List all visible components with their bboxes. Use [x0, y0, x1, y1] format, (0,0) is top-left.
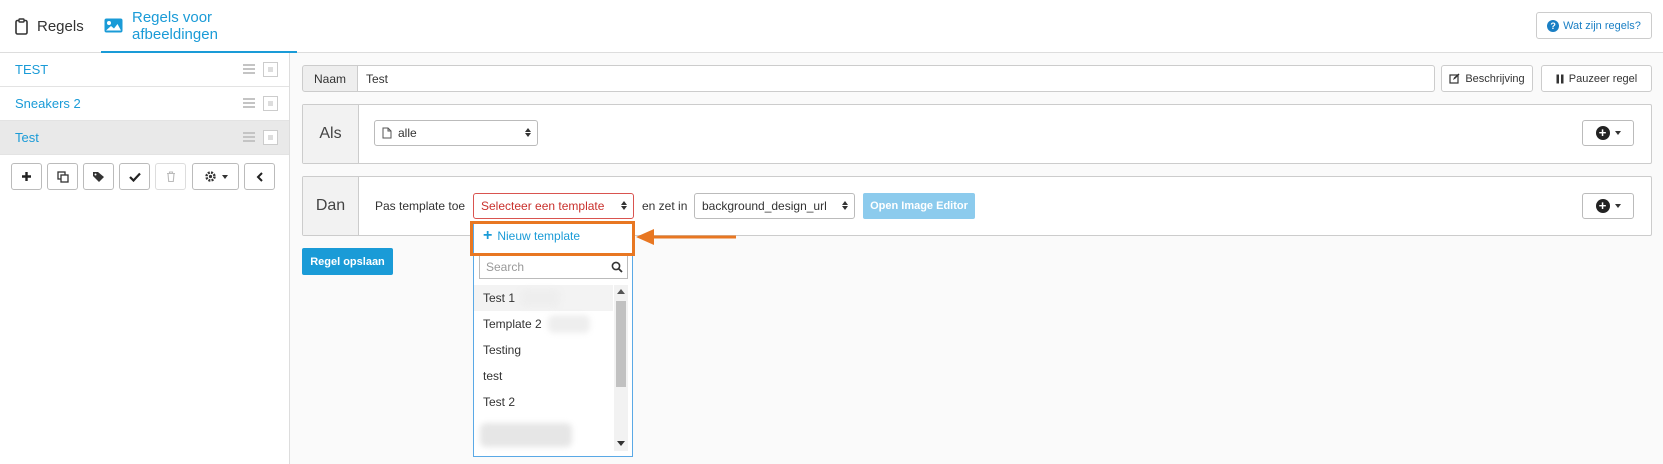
gear-icon	[204, 171, 216, 182]
rule-name-input[interactable]: Test	[357, 65, 1435, 92]
check-icon	[128, 172, 141, 182]
apply-template-text: Pas template toe	[375, 199, 466, 213]
edit-icon	[1449, 73, 1460, 84]
template-dropdown: + Nieuw template Search Test 1 Template …	[473, 221, 633, 457]
rule-list-item-label: Test	[15, 130, 39, 145]
scroll-down-icon[interactable]	[617, 441, 625, 446]
sort-icon	[621, 201, 627, 210]
annotation-arrow-icon	[636, 229, 736, 245]
dropdown-scrollbar[interactable]	[614, 285, 628, 451]
condition-select-value: alle	[398, 126, 417, 140]
search-icon	[611, 261, 623, 273]
help-button[interactable]: ? Wat zijn regels?	[1536, 12, 1652, 39]
copy-icon	[56, 170, 69, 183]
scroll-up-icon[interactable]	[617, 289, 625, 294]
add-condition-button[interactable]: +	[1582, 120, 1634, 146]
action-label: Dan	[303, 177, 359, 235]
sort-icon	[842, 201, 848, 210]
pause-rule-button-label: Pauzeer regel	[1568, 72, 1638, 85]
template-option-label: Test 2	[483, 395, 516, 409]
rules-sidebar: TEST Sneakers 2 Test	[0, 53, 290, 464]
template-option-label: Testing	[483, 343, 522, 357]
settings-dropdown-button[interactable]	[192, 163, 239, 190]
add-rule-button[interactable]	[11, 163, 42, 190]
rule-checkbox[interactable]	[263, 96, 278, 111]
add-action-button[interactable]: +	[1582, 193, 1634, 219]
caret-down-icon	[1614, 204, 1621, 208]
condition-label: Als	[303, 105, 359, 163]
help-button-label: Wat zijn regels?	[1563, 19, 1641, 32]
blurred-thumbnail	[520, 289, 560, 307]
caret-down-icon	[1614, 131, 1621, 135]
sort-icon	[525, 128, 531, 137]
rule-checkbox[interactable]	[263, 62, 278, 77]
blurred-thumbnail	[548, 315, 590, 333]
drag-handle-icon[interactable]	[243, 98, 255, 108]
rule-list-item-active[interactable]: Test	[0, 121, 289, 155]
drag-handle-icon[interactable]	[243, 132, 255, 142]
pause-icon	[1556, 74, 1564, 83]
top-nav: Regels Regels voor afbeeldingen ? Wat zi…	[0, 0, 1663, 53]
rule-list-item[interactable]: Sneakers 2	[0, 87, 289, 121]
template-search-input[interactable]: Search	[479, 255, 628, 279]
activate-rule-button[interactable]	[119, 163, 150, 190]
rule-list-item-label: Sneakers 2	[15, 96, 81, 111]
clipboard-icon	[15, 18, 28, 35]
template-option-label: Test 1	[483, 291, 516, 305]
pause-rule-button[interactable]: Pauzeer regel	[1541, 65, 1652, 92]
trash-icon	[166, 171, 175, 182]
template-select-value: Selecteer een template	[481, 199, 605, 213]
template-option-blurred[interactable]	[474, 417, 613, 451]
template-option[interactable]: Testing	[474, 337, 613, 363]
delete-rule-button[interactable]	[155, 163, 186, 190]
tags-button[interactable]	[83, 163, 114, 190]
rule-checkbox[interactable]	[263, 130, 278, 145]
field-select[interactable]: background_design_url	[694, 193, 855, 219]
condition-panel: Als alle +	[302, 104, 1652, 164]
template-option-label: test	[483, 369, 503, 383]
rule-list-item-label: TEST	[15, 62, 49, 77]
tab-rules[interactable]: Regels	[15, 0, 84, 53]
open-image-editor-button[interactable]: Open Image Editor	[863, 193, 975, 219]
file-icon	[382, 127, 392, 139]
scrollbar-thumb[interactable]	[616, 301, 626, 387]
image-icon	[104, 18, 123, 33]
search-placeholder: Search	[486, 260, 525, 274]
question-icon: ?	[1547, 19, 1560, 32]
template-option-label: Template 2	[483, 317, 542, 331]
caret-down-icon	[221, 174, 228, 179]
save-rule-button[interactable]: Regel opslaan	[302, 248, 393, 275]
name-label: Naam	[302, 65, 358, 92]
template-option[interactable]: Test 2	[474, 389, 613, 415]
chevron-left-icon	[256, 171, 263, 182]
blurred-thumbnail	[480, 423, 572, 447]
tab-image-rules-label: Regels voor afbeeldingen	[132, 8, 218, 43]
tab-image-rules[interactable]: Regels voor afbeeldingen	[101, 0, 297, 53]
highlight-box	[470, 221, 635, 256]
plus-icon	[22, 172, 31, 181]
condition-select[interactable]: alle	[374, 120, 538, 146]
drag-handle-icon[interactable]	[243, 64, 255, 74]
plus-circle-icon: +	[1595, 126, 1610, 140]
description-button[interactable]: Beschrijving	[1441, 65, 1533, 92]
tags-icon	[92, 171, 104, 182]
rule-list-item[interactable]: TEST	[0, 53, 289, 87]
plus-circle-icon: +	[1595, 199, 1610, 213]
template-option[interactable]: Template 2	[474, 311, 613, 337]
template-select[interactable]: Selecteer een template	[473, 193, 634, 219]
duplicate-rule-button[interactable]	[47, 163, 78, 190]
tab-rules-label: Regels	[37, 18, 84, 35]
field-select-value: background_design_url	[702, 199, 827, 213]
collapse-sidebar-button[interactable]	[244, 163, 275, 190]
template-option[interactable]: test	[474, 363, 613, 389]
template-option[interactable]: Test 1	[474, 285, 613, 311]
set-in-text: en zet in	[642, 199, 688, 213]
description-button-label: Beschrijving	[1465, 72, 1525, 85]
